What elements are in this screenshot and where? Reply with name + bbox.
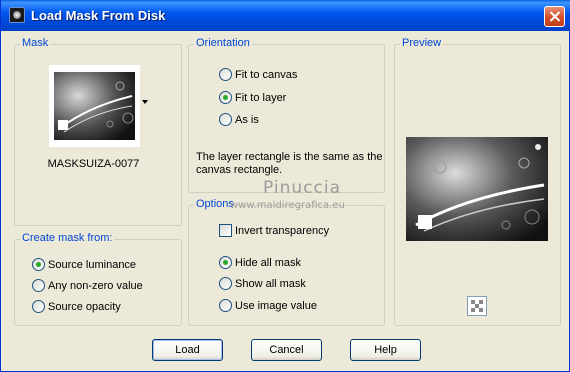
- radio-label: Fit to layer: [235, 91, 287, 104]
- radio-label: Source opacity: [48, 300, 121, 313]
- orientation-description: The layer rectangle is the same as the c…: [196, 151, 383, 176]
- radio-button[interactable]: [219, 277, 232, 290]
- window-title: Load Mask From Disk: [31, 8, 166, 23]
- radio-button[interactable]: [32, 279, 45, 292]
- radio-button[interactable]: [219, 91, 232, 104]
- radio-source-opacity[interactable]: Source opacity: [32, 300, 121, 313]
- watermark-title: Pinuccia: [263, 178, 341, 198]
- radio-button[interactable]: [219, 256, 232, 269]
- radio-label: Hide all mask: [235, 256, 302, 269]
- radio-any-non-zero[interactable]: Any non-zero value: [32, 279, 143, 292]
- radio-use-image-value[interactable]: Use image value: [219, 299, 317, 312]
- radio-label: Show all mask: [235, 277, 306, 290]
- orientation-legend: Orientation: [194, 37, 252, 49]
- mask-dropdown-arrow-icon[interactable]: [142, 100, 148, 104]
- radio-button[interactable]: [32, 258, 45, 271]
- radio-button[interactable]: [219, 113, 232, 126]
- checkbox-label: Invert transparency: [235, 224, 330, 237]
- radio-button[interactable]: [219, 299, 232, 312]
- radio-label: Any non-zero value: [48, 279, 143, 292]
- radio-label: As is: [235, 113, 259, 126]
- create-mask-legend: Create mask from:: [20, 232, 115, 244]
- radio-fit-to-layer[interactable]: Fit to layer: [219, 91, 286, 104]
- close-button[interactable]: [544, 6, 565, 27]
- preview-mask-image: [406, 137, 548, 241]
- mask-app-icon: [9, 7, 25, 23]
- radio-fit-to-canvas[interactable]: Fit to canvas: [219, 68, 297, 81]
- mask-legend: Mask: [20, 37, 51, 49]
- preview-checker-button[interactable]: [467, 296, 487, 316]
- radio-label: Source luminance: [48, 258, 137, 271]
- mask-thumbnail[interactable]: [49, 65, 140, 147]
- load-mask-dialog: Load Mask From Disk Mask MASKSUIZA-0077 …: [0, 0, 570, 372]
- preview-image: [406, 137, 548, 241]
- watermark-url: www.maidiregrafica.eu: [230, 200, 345, 211]
- checkbox-box[interactable]: [219, 224, 232, 237]
- radio-label: Fit to canvas: [235, 68, 298, 81]
- mask-thumbnail-image: [54, 72, 135, 140]
- radio-button[interactable]: [219, 68, 232, 81]
- load-button[interactable]: Load: [152, 339, 223, 361]
- radio-hide-all-mask[interactable]: Hide all mask: [219, 256, 301, 269]
- radio-source-luminance[interactable]: Source luminance: [32, 258, 136, 271]
- radio-button[interactable]: [32, 300, 45, 313]
- checker-icon: [471, 300, 483, 312]
- mask-name-label: MASKSUIZA-0077: [47, 158, 140, 170]
- preview-legend: Preview: [400, 37, 444, 49]
- help-button[interactable]: Help: [350, 339, 421, 361]
- invert-transparency-checkbox[interactable]: Invert transparency: [219, 224, 329, 237]
- title-bar[interactable]: Load Mask From Disk: [1, 0, 570, 31]
- radio-show-all-mask[interactable]: Show all mask: [219, 277, 306, 290]
- radio-as-is[interactable]: As is: [219, 113, 259, 126]
- cancel-button[interactable]: Cancel: [251, 339, 322, 361]
- radio-label: Use image value: [235, 299, 317, 312]
